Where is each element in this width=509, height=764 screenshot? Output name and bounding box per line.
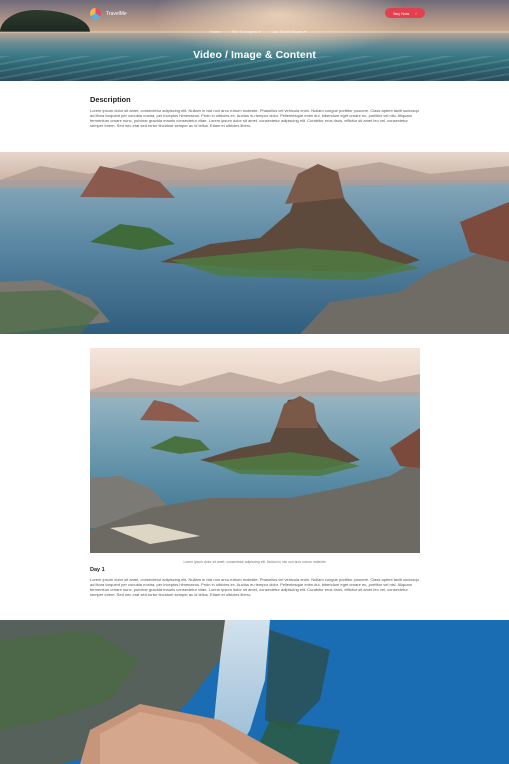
main-nav: Home Site Examples ▾ Use Some Blocks ▾ (210, 29, 306, 34)
buy-now-button[interactable]: Buy Now › (385, 8, 425, 18)
panorama-image (0, 152, 509, 334)
nav-item-use-some-blocks[interactable]: Use Some Blocks ▾ (271, 29, 306, 34)
chevron-right-icon: › (415, 10, 417, 16)
site-logo[interactable]: TravelMe (90, 8, 127, 19)
description-text: Lorem ipsum dolor sit amet, consectetur … (90, 108, 419, 129)
nav-item-site-examples[interactable]: Site Examples ▾ (232, 29, 261, 34)
day-text: Lorem ipsum dolor sit amet, consectetur … (90, 577, 419, 598)
day-heading: Day 1 (90, 567, 105, 573)
hero-banner: TravelMe Home Site Examples ▾ Use Some B… (0, 0, 509, 81)
waterfall-illustration (0, 620, 509, 764)
panorama-illustration (0, 152, 509, 334)
description-heading: Description (90, 95, 131, 104)
image-caption: Lorem ipsum dolor sit amet, consectetur … (183, 560, 327, 564)
island-silhouette (0, 10, 90, 32)
inset-image (90, 348, 420, 553)
logo-text: TravelMe (106, 10, 127, 17)
waterfall-image (0, 620, 509, 764)
buy-now-label: Buy Now (393, 10, 410, 16)
page-title: Video / Image & Content (193, 49, 316, 61)
logo-icon (90, 8, 101, 19)
nav-item-home[interactable]: Home (210, 29, 221, 34)
inset-illustration (90, 348, 420, 553)
